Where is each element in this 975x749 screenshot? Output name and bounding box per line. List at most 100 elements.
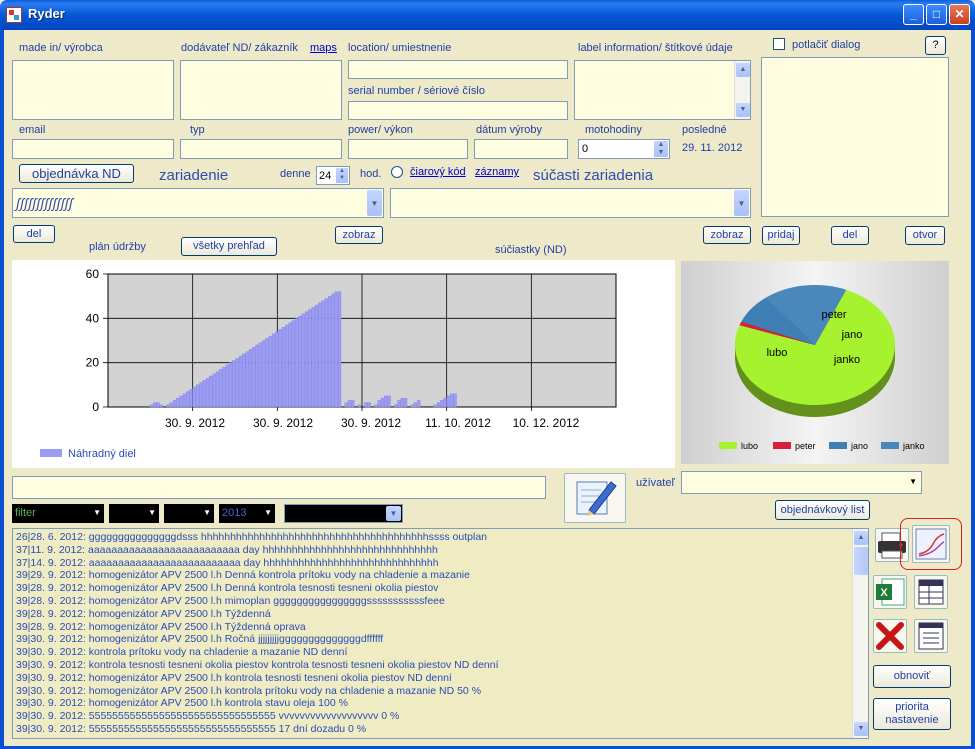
maintenance-bar-chart: 0 20 40 60 30. 9. 2012 30. 9. 2012 30. 9. 2012… [12,260,675,468]
daily-label: denne [280,168,311,180]
help-button[interactable]: ? [925,36,946,55]
month-dropdown-icon[interactable]: ▼ [203,508,211,517]
log-item[interactable]: 39|28. 9. 2012: homogenizátor APV 2500 l… [16,595,445,607]
filter-dropdown-icon[interactable]: ▼ [93,508,101,517]
log-item[interactable]: 39|28. 9. 2012: homogenizátor APV 2500 l… [16,582,438,594]
priority-settings-button[interactable]: priorita nastavenie [873,698,951,730]
log-item[interactable]: 37|14. 9. 2012: aaaaaaaaaaaaaaaaaaaaaaaa… [16,557,439,569]
barcode-link[interactable]: čiarový kód [410,166,466,178]
power-label: power/ výkon [348,124,413,136]
log-item[interactable]: 39|30. 9. 2012: 555555555555555555555555… [16,710,399,722]
type-label: typ [190,124,205,136]
add-button[interactable]: pridaj [762,226,800,245]
bar [149,404,154,408]
bar [295,318,299,408]
motohours-stepper[interactable]: 0 ▲ ▼ [578,139,670,159]
device-combo[interactable]: ʃʃʃʃʃʃʃʃʃʃʃʃʃʃ ▼ [12,188,384,218]
device-parts-label: súčasti zariadenia [533,167,654,184]
note-input[interactable] [12,476,546,499]
pie-legend-label: lubo [741,441,758,451]
log-item[interactable]: 26|28. 6. 2012: gggggggggggggggdsss hhhh… [16,531,487,543]
date-made-label: dátum výroby [476,124,543,136]
location-field[interactable] [348,60,568,79]
color-dropdown-icon[interactable]: ▼ [386,506,401,521]
log-item[interactable]: 39|30. 9. 2012: homogenizátor APV 2500 l… [16,685,481,697]
log-list[interactable]: ▲ ▼ 26|28. 6. 2012: gggggggggggggggdsss … [12,528,869,739]
day-dropdown-icon[interactable]: ▼ [148,508,156,517]
bar [189,389,193,408]
list-view-button[interactable] [914,619,948,653]
label-info-field[interactable]: ▲ ▼ [574,60,751,120]
delete-button[interactable] [873,619,907,653]
filter-combo[interactable]: filter ▼ [12,504,104,523]
year-combo[interactable]: 2013 ▼ [219,504,275,523]
minimize-button[interactable]: _ [903,4,924,25]
log-item[interactable]: 39|30. 9. 2012: homogenizátor APV 2500 l… [16,697,348,709]
svg-text:X: X [880,587,888,599]
maps-link[interactable]: maps [310,42,337,54]
log-scroll-thumb[interactable] [854,547,868,575]
user-combo[interactable]: ▼ [681,471,922,494]
label-info-scrollbar[interactable]: ▲ ▼ [734,61,750,119]
close-button[interactable]: ✕ [949,4,970,25]
order-nd-button[interactable]: objednávka ND [19,164,134,183]
log-scrollbar[interactable]: ▲ ▼ [852,529,868,738]
log-item[interactable]: 39|30. 9. 2012: homogenizátor APV 2500 l… [16,672,452,684]
serial-field[interactable] [348,101,568,120]
bar [275,331,279,408]
log-item[interactable]: 39|28. 9. 2012: homogenizátor APV 2500 l… [16,608,271,620]
supplier-field[interactable] [180,60,342,120]
email-field[interactable] [12,139,174,159]
maximize-button[interactable]: □ [926,4,947,25]
bar [262,340,266,408]
daily-stepper[interactable]: 24 ▲ ▼ [316,166,350,185]
suppress-dialog-checkbox[interactable] [773,38,785,50]
show-parts-button[interactable]: zobraz [703,226,751,244]
log-scroll-up-icon[interactable]: ▲ [854,531,868,545]
color-combo[interactable]: ▼ [284,504,403,523]
stepper-arrows-icon[interactable]: ▲ ▼ [654,141,668,157]
device-dropdown-icon[interactable]: ▼ [367,190,382,216]
del-dialog-button[interactable]: del [831,226,869,245]
excel-export-button[interactable]: X [873,575,907,609]
del-button[interactable]: del [13,225,55,243]
daily-stepper-arrows-icon[interactable]: ▲ ▼ [336,168,348,183]
barcode-radio[interactable] [391,166,403,178]
open-button[interactable]: otvor [905,226,945,245]
user-dropdown-icon[interactable]: ▼ [909,477,917,486]
log-item[interactable]: 39|28. 9. 2012: homogenizátor APV 2500 l… [16,621,306,633]
bar [440,400,444,408]
parts-dropdown-icon[interactable]: ▼ [734,190,749,216]
log-item[interactable]: 37|11. 9. 2012: aaaaaaaaaaaaaaaaaaaaaaaa… [16,544,438,556]
overview-button[interactable]: všetky prehľad [181,237,277,256]
scroll-down-icon[interactable]: ▼ [736,103,750,117]
power-field[interactable] [348,139,468,159]
device-parts-combo[interactable]: ▼ [390,188,751,218]
table-view-button[interactable] [914,575,948,609]
order-list-button[interactable]: objednávkový list [775,500,870,520]
bar [278,329,282,408]
made-in-field[interactable] [12,60,174,120]
date-made-field[interactable] [474,139,568,159]
bar [153,402,157,408]
log-item[interactable]: 39|30. 9. 2012: 555555555555555555555555… [16,723,366,735]
bar [288,322,292,408]
log-item[interactable]: 39|30. 9. 2012: homogenizátor APV 2500 l… [16,633,383,645]
type-field[interactable] [180,139,342,159]
bar [364,402,368,408]
log-scroll-down-icon[interactable]: ▼ [854,722,868,736]
month-combo[interactable]: ▼ [164,504,214,523]
records-link[interactable]: záznamy [475,166,519,178]
edit-note-button[interactable] [564,473,626,523]
log-item[interactable]: 39|29. 9. 2012: homogenizátor APV 2500 l… [16,569,470,581]
bar [298,315,302,408]
log-item[interactable]: 39|30. 9. 2012: kontrola prítoku vody na… [16,646,347,658]
bar [248,349,253,408]
dialog-text-area[interactable] [761,57,949,217]
scroll-up-icon[interactable]: ▲ [736,63,750,77]
day-combo[interactable]: ▼ [109,504,159,523]
log-item[interactable]: 39|30. 9. 2012: kontrola tesnosti tesnen… [16,659,499,671]
year-dropdown-icon[interactable]: ▼ [264,508,272,517]
refresh-button[interactable]: obnoviť [873,665,951,688]
show-button[interactable]: zobraz [335,226,383,244]
